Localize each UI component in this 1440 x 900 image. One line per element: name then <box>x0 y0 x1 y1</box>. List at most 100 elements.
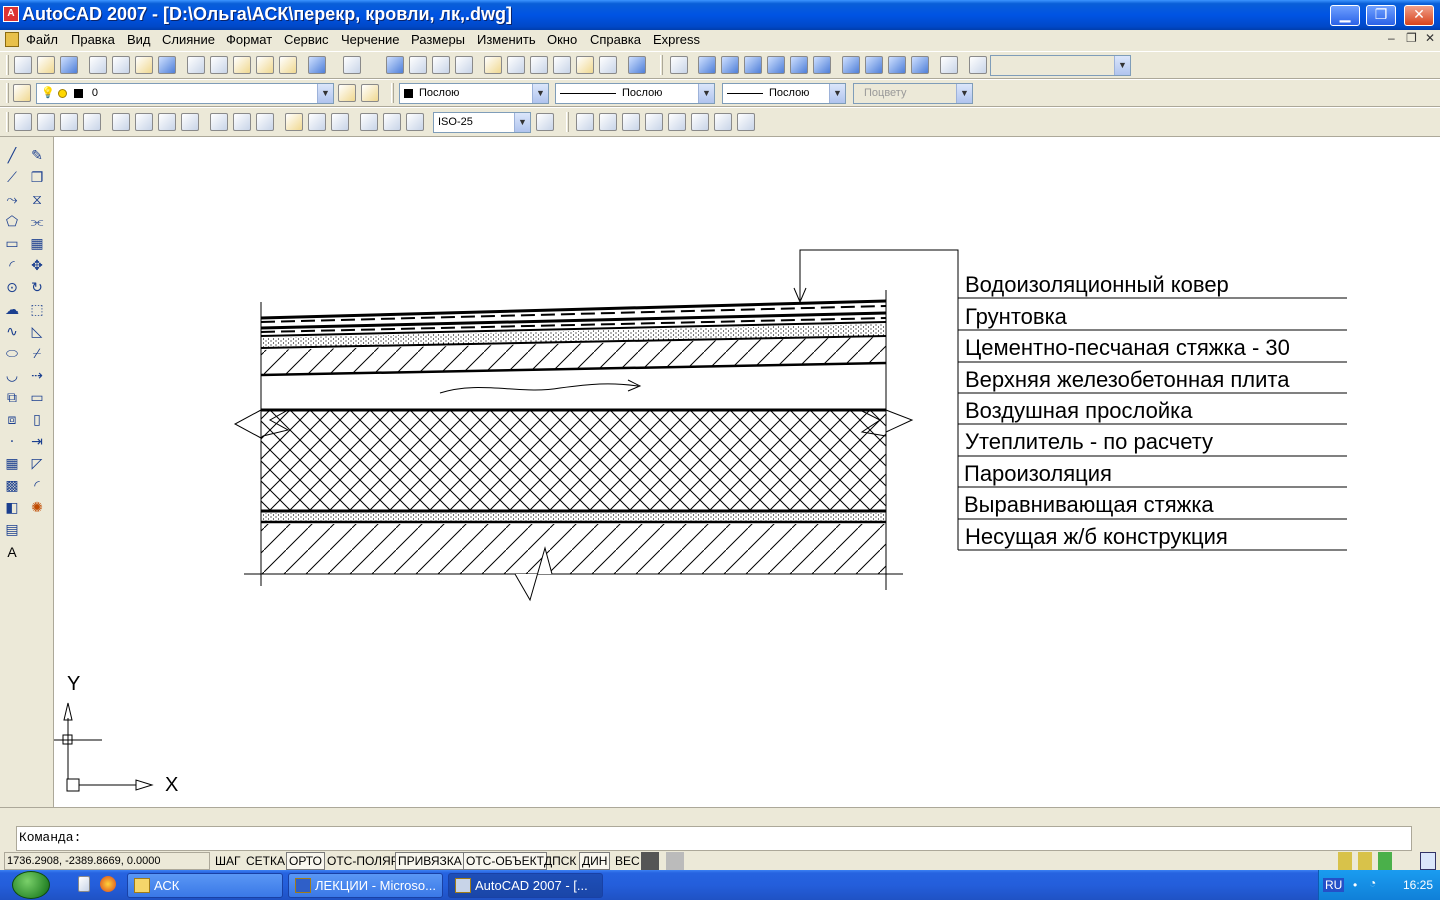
insert-block-icon[interactable]: ⧉ <box>3 389 21 407</box>
design-center-icon[interactable] <box>507 56 525 74</box>
linetype-combo[interactable]: Послою ▼ <box>555 83 715 104</box>
named-views-icon[interactable] <box>670 56 688 74</box>
find-replace-icon[interactable] <box>645 113 663 131</box>
top-view-icon[interactable] <box>698 56 716 74</box>
layout-icon[interactable] <box>666 852 684 870</box>
rectangle-icon[interactable]: ▭ <box>3 235 21 253</box>
break-icon[interactable]: ▯ <box>28 411 46 429</box>
toolbar-lock-icon[interactable] <box>1358 852 1372 870</box>
menu-merge[interactable]: Слияние <box>162 32 215 47</box>
text-style-icon[interactable] <box>668 113 686 131</box>
network-icon[interactable]: • <box>1353 878 1357 892</box>
close-button[interactable]: ✕ <box>1404 5 1434 26</box>
ducs-toggle[interactable]: ДПСК <box>541 852 579 870</box>
mirror-icon[interactable]: ⧖ <box>28 191 46 209</box>
taskbar-word-button[interactable]: ЛЕКЦИИ - Microso... <box>288 873 443 898</box>
circle-icon[interactable]: ⊙ <box>3 279 21 297</box>
arc-length-icon[interactable] <box>60 113 78 131</box>
menu-window[interactable]: Окно <box>547 32 577 47</box>
copy-icon[interactable] <box>210 56 228 74</box>
ne-iso-view-icon[interactable] <box>888 56 906 74</box>
sw-iso-view-icon[interactable] <box>842 56 860 74</box>
menu-modify[interactable]: Изменить <box>477 32 536 47</box>
baseline-dimension-icon[interactable] <box>233 113 251 131</box>
osnap-toggle[interactable]: ПРИВЯЗКА <box>395 852 465 870</box>
mdi-minimize-button[interactable]: – <box>1388 31 1395 45</box>
dimension-edit-icon[interactable] <box>360 113 378 131</box>
trim-icon[interactable]: ⌿ <box>28 345 46 363</box>
tool-palettes-icon[interactable] <box>530 56 548 74</box>
break-at-point-icon[interactable]: ▭ <box>28 389 46 407</box>
autocad-app-icon[interactable]: A <box>3 6 19 22</box>
otrack-toggle[interactable]: ОТС-ОБЪЕКТ <box>463 852 547 870</box>
view-combo[interactable]: ▼ <box>990 55 1131 76</box>
radius-dimension-icon[interactable] <box>112 113 130 131</box>
bottom-view-icon[interactable] <box>721 56 739 74</box>
edit-text-icon[interactable] <box>622 113 640 131</box>
zoom-previous-icon[interactable] <box>455 56 473 74</box>
redo-icon[interactable] <box>343 56 361 74</box>
pan-icon[interactable] <box>386 56 404 74</box>
jogged-dimension-icon[interactable] <box>135 113 153 131</box>
toolbar-grip[interactable] <box>391 83 394 103</box>
linear-dimension-icon[interactable] <box>14 113 32 131</box>
arc-icon[interactable]: ◜ <box>3 257 21 275</box>
zoom-realtime-icon[interactable] <box>409 56 427 74</box>
save-icon[interactable] <box>60 56 78 74</box>
scale-text-icon[interactable] <box>691 113 709 131</box>
3d-dwf-icon[interactable] <box>158 56 176 74</box>
minimize-button[interactable]: ▁ <box>1330 5 1360 26</box>
clean-screen-icon[interactable] <box>1420 852 1436 870</box>
layer-manager-icon[interactable] <box>13 84 31 102</box>
construction-line-icon[interactable]: ⟋ <box>3 169 21 187</box>
fillet-icon[interactable]: ◜ <box>28 477 46 495</box>
dimension-text-edit-icon[interactable] <box>383 113 401 131</box>
move-icon[interactable]: ✥ <box>28 257 46 275</box>
dimension-style-icon[interactable] <box>536 113 554 131</box>
document-icon[interactable] <box>5 32 19 47</box>
single-line-text-icon[interactable] <box>599 113 617 131</box>
scale-icon[interactable]: ⬚ <box>28 301 46 319</box>
ellipse-arc-icon[interactable]: ◡ <box>3 367 21 385</box>
toolbar-grip[interactable] <box>660 55 663 75</box>
offset-icon[interactable]: ⫘ <box>28 213 46 231</box>
stretch-icon[interactable]: ◺ <box>28 323 46 341</box>
gradient-icon[interactable]: ▩ <box>3 477 21 495</box>
se-iso-view-icon[interactable] <box>865 56 883 74</box>
ordinate-dimension-icon[interactable] <box>83 113 101 131</box>
explode-icon[interactable]: ✺ <box>28 499 46 517</box>
hatch-icon[interactable]: ▦ <box>3 455 21 473</box>
toolbar-grip[interactable] <box>566 112 569 132</box>
markup-icon[interactable] <box>576 56 594 74</box>
color-combo[interactable]: Послою ▼ <box>399 83 549 104</box>
tolerance-icon[interactable] <box>308 113 326 131</box>
continue-dimension-icon[interactable] <box>256 113 274 131</box>
ucs-icon[interactable] <box>969 56 987 74</box>
lock-icon[interactable] <box>1338 852 1352 870</box>
erase-icon[interactable]: ✎ <box>28 147 46 165</box>
array-icon[interactable]: ▦ <box>28 235 46 253</box>
lineweight-combo[interactable]: Послою ▼ <box>722 83 846 104</box>
zoom-window-icon[interactable] <box>432 56 450 74</box>
calculator-icon[interactable] <box>599 56 617 74</box>
make-block-icon[interactable]: ⧈ <box>3 411 21 429</box>
quick-leader-icon[interactable] <box>285 113 303 131</box>
menu-express[interactable]: Express <box>653 32 700 47</box>
open-file-icon[interactable] <box>37 56 55 74</box>
menu-dimension[interactable]: Размеры <box>411 32 465 47</box>
left-view-icon[interactable] <box>744 56 762 74</box>
point-icon[interactable]: · <box>3 433 21 451</box>
new-file-icon[interactable] <box>14 56 32 74</box>
back-view-icon[interactable] <box>813 56 831 74</box>
taskbar-autocad-button[interactable]: AutoCAD 2007 - [... <box>448 873 603 898</box>
polar-toggle[interactable]: ОТС-ПОЛЯР <box>324 852 402 870</box>
layer-previous-icon[interactable] <box>361 84 379 102</box>
convert-distance-icon[interactable] <box>737 113 755 131</box>
copy-object-icon[interactable]: ❐ <box>28 169 46 187</box>
menu-help[interactable]: Справка <box>590 32 641 47</box>
ellipse-icon[interactable]: ⬭ <box>3 345 21 363</box>
polygon-icon[interactable]: ⬠ <box>3 213 21 231</box>
menu-edit[interactable]: Правка <box>71 32 115 47</box>
make-layer-current-icon[interactable] <box>338 84 356 102</box>
justify-text-icon[interactable] <box>714 113 732 131</box>
